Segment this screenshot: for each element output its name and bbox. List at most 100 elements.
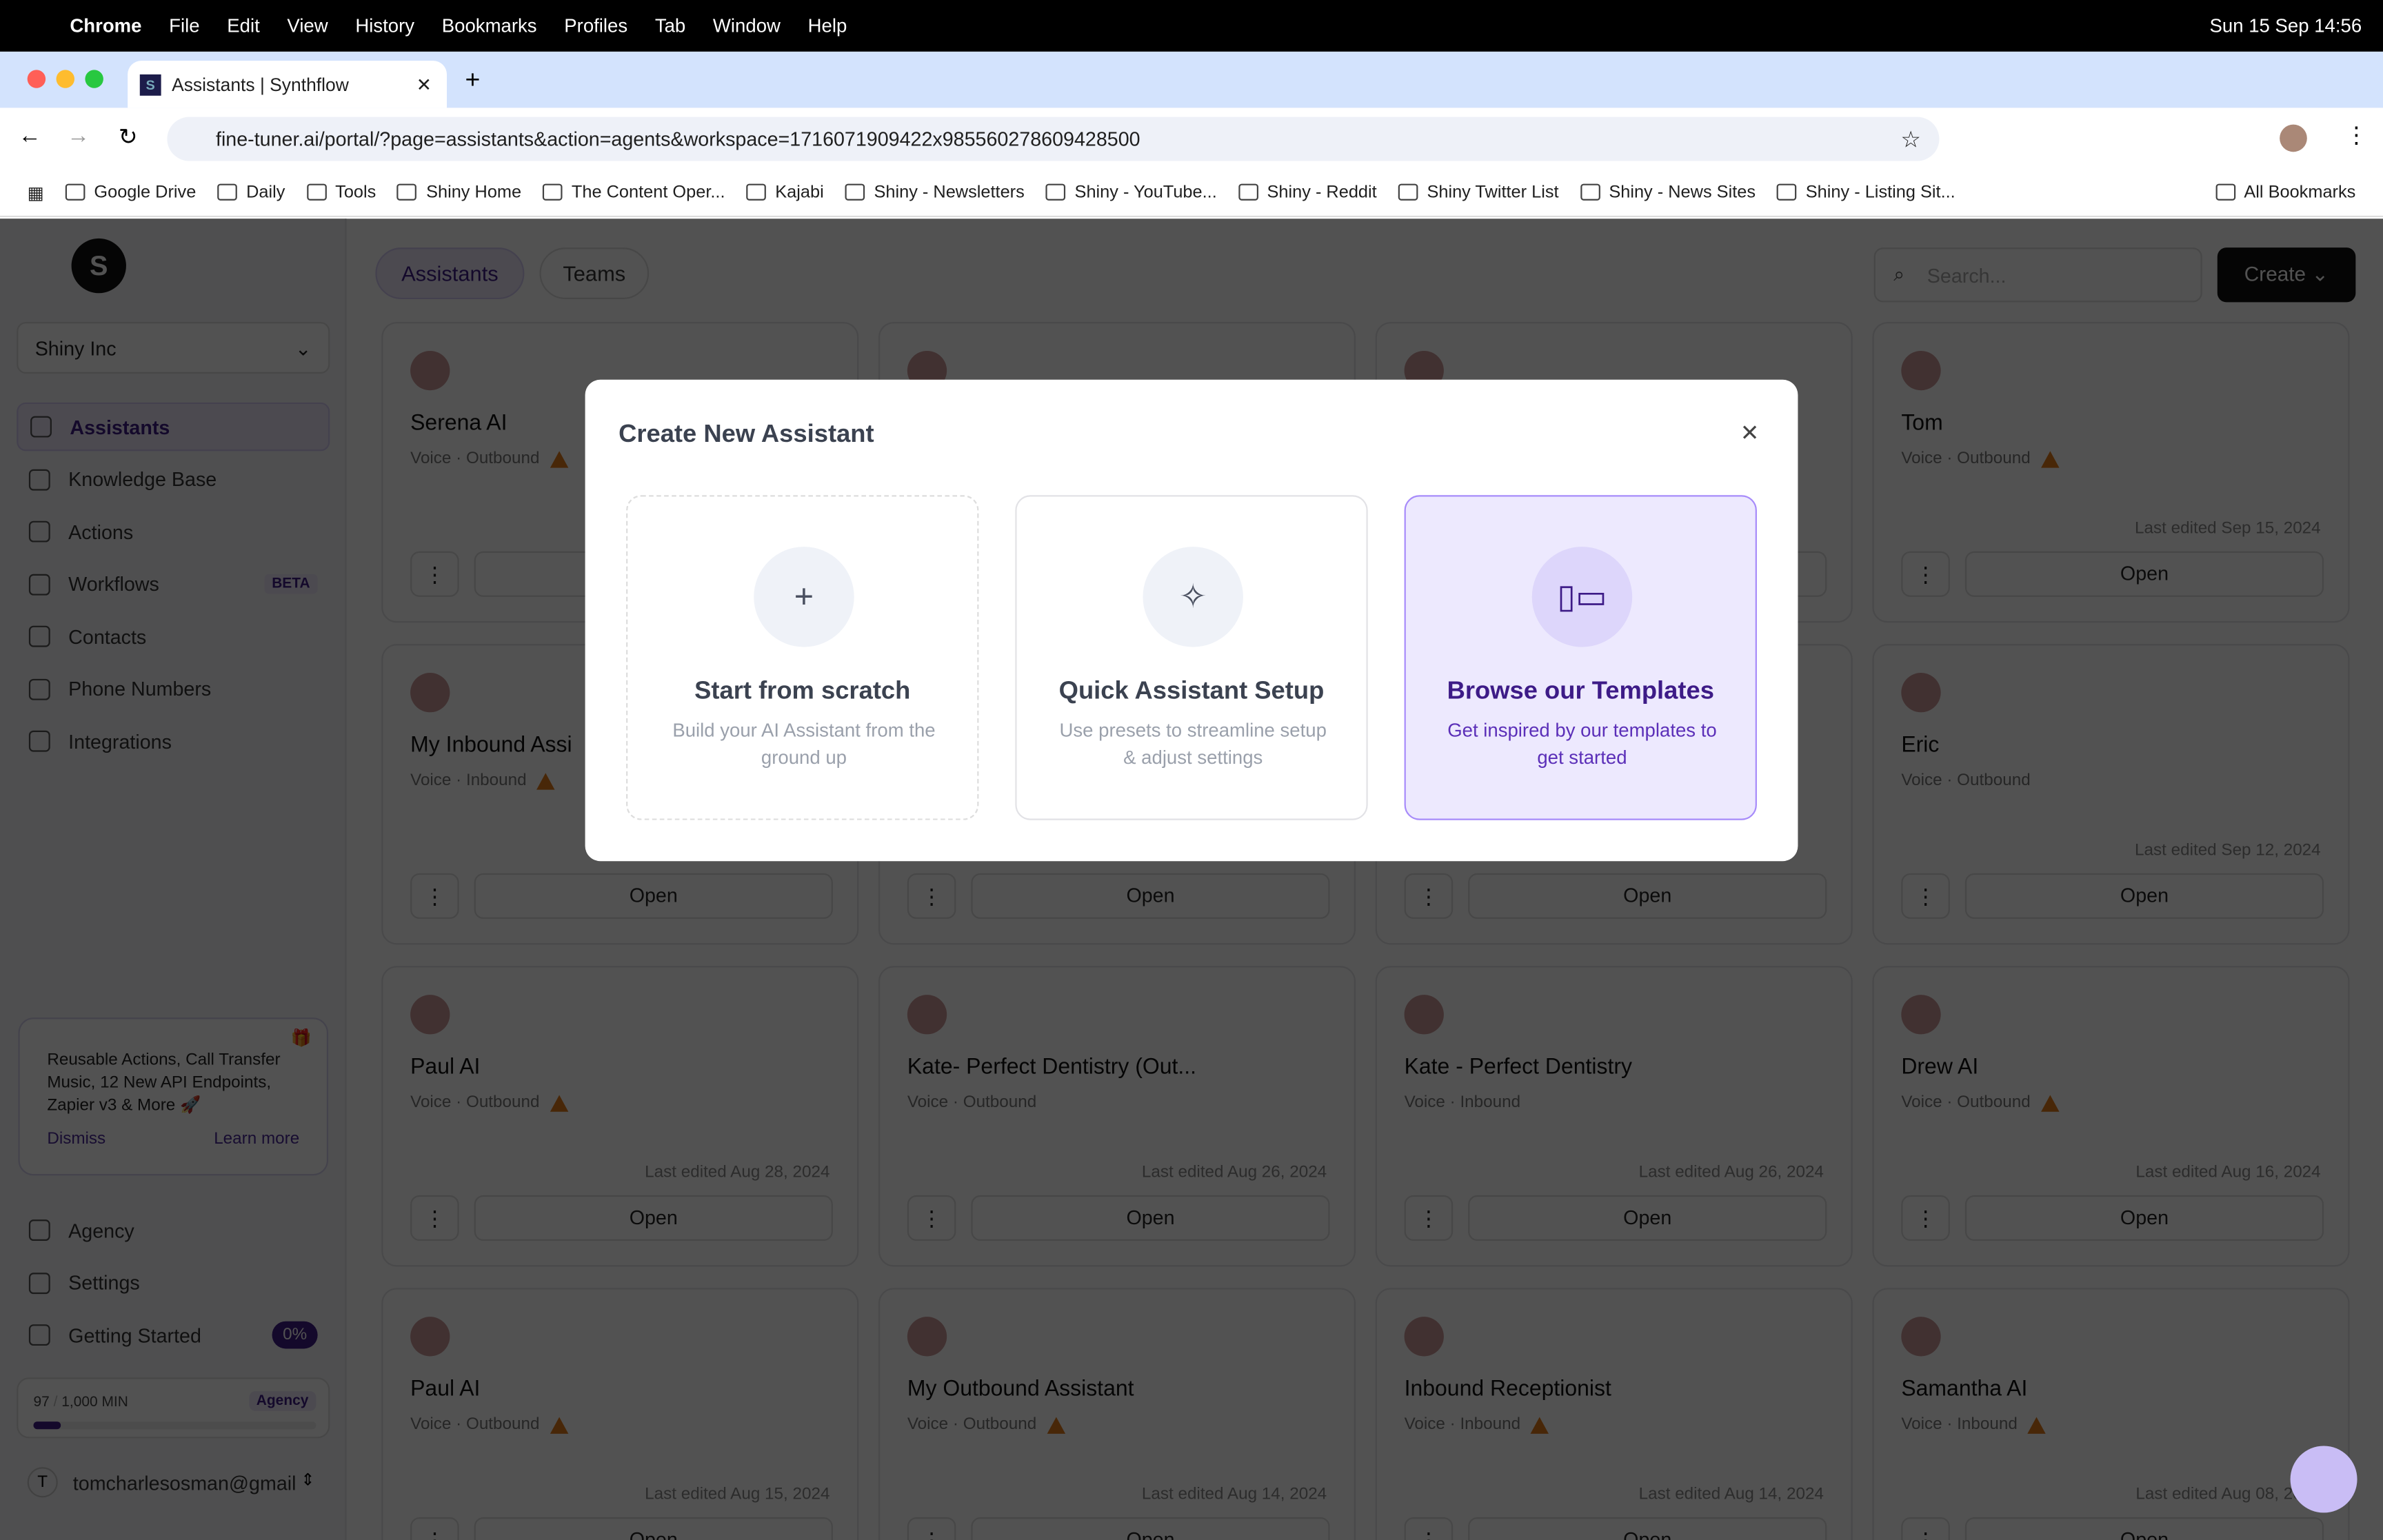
sidebar-item-agency[interactable]: Agency bbox=[17, 1206, 330, 1255]
sidebar-item-workflows[interactable]: Workflows BETA bbox=[17, 560, 330, 609]
more-options-button[interactable]: ⋮ bbox=[1404, 1195, 1454, 1242]
menu-edit[interactable]: Edit bbox=[227, 15, 259, 37]
workspace-select[interactable]: Shiny Inc ⌄ bbox=[17, 322, 330, 374]
menu-view[interactable]: View bbox=[287, 15, 328, 37]
more-options-button[interactable]: ⋮ bbox=[907, 873, 956, 919]
assistant-card[interactable]: Eric Voice · Outbound Last edited Sep 12, … bbox=[1872, 644, 2350, 945]
open-button[interactable]: Open bbox=[1468, 1195, 1827, 1242]
open-button[interactable]: Open bbox=[1964, 873, 2324, 919]
chrome-menu-icon[interactable]: ⋮ bbox=[2345, 121, 2368, 148]
open-button[interactable]: Open bbox=[971, 1195, 1330, 1242]
sidebar-item-contacts[interactable]: Contacts bbox=[17, 612, 330, 661]
open-button[interactable]: Open bbox=[474, 1195, 833, 1242]
more-options-button[interactable]: ⋮ bbox=[1404, 873, 1454, 919]
more-options-button[interactable]: ⋮ bbox=[410, 1517, 459, 1540]
chevron-updown-icon[interactable]: ⇕ bbox=[301, 1470, 314, 1490]
all-bookmarks[interactable]: All Bookmarks bbox=[2215, 183, 2355, 201]
more-options-button[interactable]: ⋮ bbox=[1901, 551, 1950, 597]
user-avatar[interactable]: T bbox=[27, 1467, 58, 1498]
menu-profiles[interactable]: Profiles bbox=[564, 15, 627, 37]
bookmark-item[interactable]: Tools bbox=[306, 183, 376, 201]
menu-help[interactable]: Help bbox=[808, 15, 847, 37]
close-tab-icon[interactable]: ✕ bbox=[416, 74, 432, 95]
profile-avatar[interactable] bbox=[2280, 124, 2307, 152]
assistant-card[interactable]: Kate- Perfect Dentistry (Out... Voice · O… bbox=[878, 966, 1356, 1267]
more-options-button[interactable]: ⋮ bbox=[1901, 873, 1950, 919]
assistant-card[interactable]: Drew AI Voice · Outbound Last edited Aug 1… bbox=[1872, 966, 2350, 1267]
assistant-card[interactable]: Tom Voice · Outbound Last edited Sep 15, 2… bbox=[1872, 322, 2350, 623]
open-button[interactable]: Open bbox=[1468, 1517, 1827, 1540]
sidebar-item-actions[interactable]: Actions bbox=[17, 507, 330, 556]
close-window-button[interactable] bbox=[27, 70, 46, 88]
menu-bookmarks[interactable]: Bookmarks bbox=[442, 15, 537, 37]
more-options-button[interactable]: ⋮ bbox=[907, 1195, 956, 1242]
sidebar-item-integrations[interactable]: Integrations bbox=[17, 717, 330, 766]
option-browse-templates[interactable]: ▯▭ Browse our Templates Get inspired by … bbox=[1404, 495, 1757, 820]
chat-support-button[interactable] bbox=[2290, 1446, 2357, 1513]
address-bar[interactable]: fine-tuner.ai/portal/?page=assistants&ac… bbox=[167, 116, 1940, 161]
open-button[interactable]: Open bbox=[474, 873, 833, 919]
sidebar-item-getting-started[interactable]: Getting Started 0% bbox=[17, 1310, 330, 1359]
bookmark-item[interactable]: The Content Oper... bbox=[543, 183, 725, 201]
user-email[interactable]: tomcharlesosman@gmail bbox=[73, 1472, 296, 1495]
close-icon[interactable]: ✕ bbox=[1740, 419, 1760, 446]
bookmark-item[interactable]: Shiny - Newsletters bbox=[845, 183, 1025, 201]
open-button[interactable]: Open bbox=[1964, 551, 2324, 597]
assistant-card[interactable]: Kate - Perfect Dentistry Voice · Inbound L… bbox=[1375, 966, 1853, 1267]
apps-grid-icon[interactable]: ▦ bbox=[28, 181, 44, 203]
assistant-card[interactable]: Paul AI Voice · Outbound Last edited Aug 1… bbox=[381, 1288, 859, 1540]
open-button[interactable]: Open bbox=[971, 873, 1330, 919]
menu-window[interactable]: Window bbox=[713, 15, 781, 37]
more-options-button[interactable]: ⋮ bbox=[410, 551, 459, 597]
reload-icon[interactable]: ↻ bbox=[119, 123, 138, 150]
assistant-card[interactable]: My Outbound Assistant Voice · Outbound Las… bbox=[878, 1288, 1356, 1540]
dismiss-link[interactable]: Dismiss bbox=[47, 1128, 105, 1151]
tab-teams[interactable]: Teams bbox=[539, 247, 650, 300]
bookmark-item[interactable]: Shiny Twitter List bbox=[1398, 183, 1559, 201]
create-button[interactable]: Create ⌄ bbox=[2217, 247, 2356, 303]
sidebar-item-settings[interactable]: Settings bbox=[17, 1258, 330, 1307]
clock[interactable]: Sun 15 Sep 14:56 bbox=[2210, 15, 2362, 37]
open-button[interactable]: Open bbox=[1468, 873, 1827, 919]
bookmark-item[interactable]: Shiny - News Sites bbox=[1580, 183, 1756, 201]
sidebar-item-assistants[interactable]: Assistants bbox=[17, 402, 330, 452]
more-options-button[interactable]: ⋮ bbox=[410, 873, 459, 919]
assistant-card[interactable]: Paul AI Voice · Outbound Last edited Aug 2… bbox=[381, 966, 859, 1267]
assistant-card[interactable]: Inbound Receptionist Voice · Inbound Last … bbox=[1375, 1288, 1853, 1540]
maximize-window-button[interactable] bbox=[85, 70, 103, 88]
bookmark-item[interactable]: Daily bbox=[217, 183, 285, 201]
back-icon[interactable]: ← bbox=[18, 123, 41, 148]
forward-icon[interactable]: → bbox=[67, 123, 90, 148]
assistant-card[interactable]: Samantha AI Voice · Inbound Last edited Au… bbox=[1872, 1288, 2350, 1540]
tab-assistants[interactable]: Assistants bbox=[375, 247, 525, 300]
bookmark-item[interactable]: Google Drive bbox=[65, 183, 196, 201]
bookmark-star-icon[interactable]: ☆ bbox=[1900, 125, 1921, 152]
minimize-window-button[interactable] bbox=[56, 70, 75, 88]
bookmark-item[interactable]: Kajabi bbox=[746, 183, 824, 201]
new-tab-button[interactable]: + bbox=[465, 65, 480, 96]
open-button[interactable]: Open bbox=[971, 1517, 1330, 1540]
more-options-button[interactable]: ⋮ bbox=[410, 1195, 459, 1242]
open-button[interactable]: Open bbox=[474, 1517, 833, 1540]
bookmark-item[interactable]: Shiny Home bbox=[397, 183, 521, 201]
menu-history[interactable]: History bbox=[355, 15, 414, 37]
bookmark-item[interactable]: Shiny - Reddit bbox=[1238, 183, 1377, 201]
menu-tab[interactable]: Tab bbox=[655, 15, 685, 37]
option-start-from-scratch[interactable]: + Start from scratch Build your AI Assis… bbox=[626, 495, 979, 820]
search-input[interactable]: ⌕ Search... bbox=[1873, 247, 2202, 303]
menu-app[interactable]: Chrome bbox=[70, 15, 141, 37]
more-options-button[interactable]: ⋮ bbox=[1404, 1517, 1454, 1540]
more-options-button[interactable]: ⋮ bbox=[907, 1517, 956, 1540]
sidebar-item-phone-numbers[interactable]: Phone Numbers bbox=[17, 665, 330, 713]
learn-more-link[interactable]: Learn more bbox=[214, 1128, 299, 1151]
more-options-button[interactable]: ⋮ bbox=[1901, 1195, 1950, 1242]
bookmark-item[interactable]: Shiny - YouTube... bbox=[1045, 183, 1217, 201]
sidebar-item-knowledge-base[interactable]: Knowledge Base bbox=[17, 455, 330, 504]
option-quick-setup[interactable]: ✧ Quick Assistant Setup Use presets to s… bbox=[1015, 495, 1368, 820]
bookmark-item[interactable]: Shiny - Listing Sit... bbox=[1776, 183, 1955, 201]
menu-file[interactable]: File bbox=[169, 15, 199, 37]
browser-tab[interactable]: S Assistants | Synthflow ✕ bbox=[128, 61, 448, 108]
more-options-button[interactable]: ⋮ bbox=[1901, 1517, 1950, 1540]
open-button[interactable]: Open bbox=[1964, 1195, 2324, 1242]
open-button[interactable]: Open bbox=[1964, 1517, 2324, 1540]
